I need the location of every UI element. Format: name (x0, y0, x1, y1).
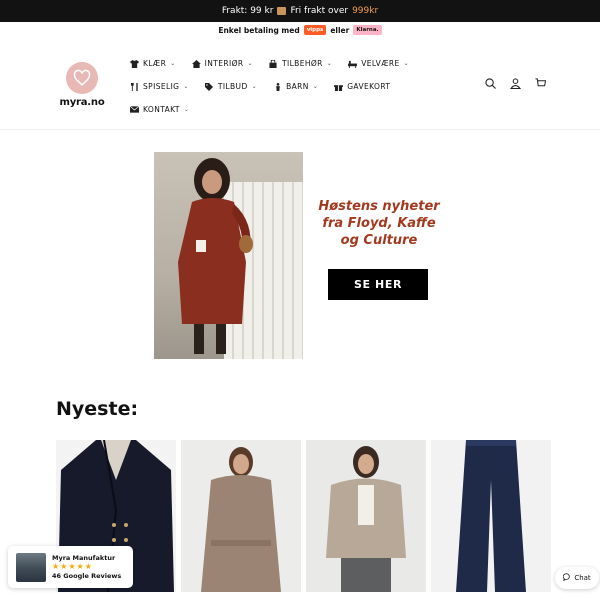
chevron-down-icon: ⌄ (251, 83, 258, 90)
hero-banner[interactable]: Høstens nyheter fra Floyd, Kaffe og Cult… (154, 152, 454, 359)
chat-button[interactable]: Chat (555, 567, 599, 589)
main-nav: KLÆR ⌄ INTERIØR ⌄ TILBEHØR ⌄ VELVÆRE ⌄ S… (130, 52, 450, 121)
nav-label: BARN (286, 82, 309, 91)
banner-line: fra Floyd, Kaffe (322, 216, 436, 231)
home-icon (191, 59, 201, 68)
site-logo[interactable]: myra.no (56, 62, 108, 108)
nav-item-tilbud[interactable]: TILBUD ⌄ (205, 82, 257, 91)
logo-text: myra.no (59, 97, 105, 108)
account-icon[interactable] (510, 78, 521, 89)
store-photo (16, 552, 46, 582)
nav-label: KLÆR (143, 59, 167, 68)
nav-item-barn[interactable]: BARN ⌄ (273, 82, 318, 91)
announcement-bar: Frakt: 99 kr Fri frakt over 999kr (0, 0, 600, 22)
heart-logo-icon (66, 62, 98, 94)
nav-label: GAVEKORT (347, 82, 391, 91)
chevron-down-icon: ⌄ (183, 106, 190, 113)
banner-photo (154, 152, 303, 359)
product-card[interactable] (306, 440, 426, 592)
banner-headline: Høstens nyheter fra Floyd, Kaffe og Cult… (314, 198, 444, 249)
payment-text: Enkel betaling med (218, 25, 300, 35)
bath-icon (348, 60, 358, 68)
chevron-down-icon: ⌄ (183, 83, 189, 90)
product-image (201, 447, 281, 592)
chevron-down-icon: ⌄ (247, 60, 253, 67)
reviews-count: 46 Google Reviews (52, 572, 122, 580)
announcement-middle: Fri frakt over (290, 6, 349, 16)
chevron-down-icon: ⌄ (403, 60, 410, 67)
payment-or: eller (330, 25, 350, 35)
nav-item-tilbehor[interactable]: TILBEHØR ⌄ (269, 59, 332, 68)
envelope-icon (130, 106, 139, 114)
nav-item-kontakt[interactable]: KONTAKT ⌄ (130, 105, 189, 114)
section-title: Nyeste: (56, 398, 139, 420)
nav-label: SPISELIG (143, 82, 180, 91)
announcement-prefix: Frakt: 99 kr (221, 6, 274, 16)
bag-icon (269, 59, 278, 68)
cutlery-icon (130, 82, 139, 91)
nav-item-klaer[interactable]: KLÆR ⌄ (130, 59, 176, 68)
nav-item-interior[interactable]: INTERIØR ⌄ (191, 59, 253, 68)
model-figure (178, 158, 253, 354)
shirt-icon (130, 59, 139, 68)
product-image (456, 440, 526, 592)
nav-item-gavekort[interactable]: GAVEKORT (334, 82, 390, 91)
nav-label: TILBUD (217, 82, 248, 91)
se-her-button[interactable]: SE HER (328, 269, 428, 300)
header-icons (485, 78, 546, 89)
chevron-down-icon: ⌄ (326, 60, 333, 67)
gift-icon (334, 83, 344, 91)
nav-item-velvaere[interactable]: VELVÆRE ⌄ (348, 59, 409, 68)
chat-icon (563, 573, 571, 583)
package-icon (277, 7, 287, 15)
star-rating: ★★★★★ (52, 562, 93, 571)
chevron-down-icon: ⌄ (170, 60, 176, 67)
product-card[interactable] (431, 440, 551, 592)
nav-item-spiselig[interactable]: SPISELIG ⌄ (130, 82, 189, 91)
nav-label: KONTAKT (143, 105, 180, 114)
cart-icon[interactable] (535, 78, 546, 89)
child-icon (273, 82, 282, 91)
nav-row: SPISELIG ⌄ TILBUD ⌄ BARN ⌄ GAVEKORT (130, 75, 450, 98)
product-card[interactable] (181, 440, 301, 592)
product-image (326, 446, 406, 592)
tag-icon (205, 82, 214, 91)
announcement-highlight: 999kr (352, 6, 379, 16)
site-header: myra.no KLÆR ⌄ INTERIØR ⌄ TILBEHØR ⌄ VEL… (0, 38, 600, 130)
chat-label: Chat (574, 574, 591, 582)
google-reviews-badge[interactable]: Myra Manufaktur ★★★★★ 46 Google Reviews (8, 546, 133, 588)
banner-line: og Culture (340, 233, 418, 248)
nav-label: TILBEHØR (281, 59, 323, 68)
nav-label: INTERIØR (204, 59, 244, 68)
reviews-store-name: Myra Manufaktur (52, 554, 116, 562)
banner-line: Høstens nyheter (318, 199, 440, 214)
payment-bar: Enkel betaling med vipps eller Klarna. (0, 22, 600, 38)
klarna-logo: Klarna. (353, 25, 382, 35)
vipps-logo: vipps (303, 25, 327, 35)
nav-row: KONTAKT ⌄ (130, 98, 450, 121)
chevron-down-icon: ⌄ (312, 83, 319, 90)
nav-row: KLÆR ⌄ INTERIØR ⌄ TILBEHØR ⌄ VELVÆRE ⌄ (130, 52, 450, 75)
nav-label: VELVÆRE (361, 59, 400, 68)
search-icon[interactable] (485, 78, 496, 89)
